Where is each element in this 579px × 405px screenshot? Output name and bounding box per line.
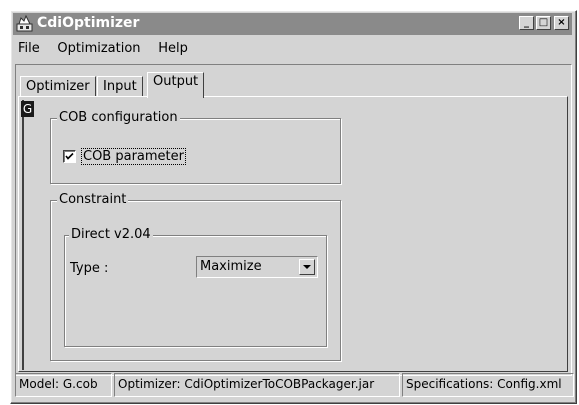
app-icon: [16, 15, 33, 32]
menu-optimization[interactable]: Optimization: [51, 39, 146, 58]
side-panel-tab[interactable]: G: [21, 101, 34, 117]
status-optimizer: Optimizer: CdiOptimizerToCOBPackager.jar: [114, 373, 400, 397]
type-select-value: Maximize: [200, 259, 262, 274]
side-panel-strip: [22, 100, 36, 370]
minimize-button[interactable]: _: [519, 16, 534, 30]
status-bar: Model: G.cob Optimizer: CdiOptimizerToCO…: [15, 373, 574, 397]
tab-output[interactable]: Output: [147, 72, 205, 98]
type-select-dropdown-button[interactable]: [299, 259, 315, 275]
checkmark-icon: [65, 152, 74, 160]
maximize-button[interactable]: □: [536, 16, 551, 30]
chevron-down-icon: [303, 265, 311, 269]
tab-optimizer[interactable]: Optimizer: [20, 76, 96, 96]
constraint-title: Constraint: [57, 192, 129, 207]
menu-file[interactable]: File: [16, 39, 46, 58]
direct-title: Direct v2.04: [69, 227, 153, 242]
close-button[interactable]: ×: [554, 16, 569, 30]
menu-bar: File Optimization Help: [16, 39, 196, 59]
type-label: Type :: [70, 261, 109, 276]
status-specifications: Specifications: Config.xml: [402, 373, 574, 397]
status-model: Model: G.cob: [15, 373, 112, 397]
type-select[interactable]: Maximize: [196, 256, 318, 278]
cob-parameter-label[interactable]: COB parameter: [81, 148, 186, 165]
menu-help[interactable]: Help: [152, 39, 194, 58]
cob-configuration-title: COB configuration: [57, 110, 180, 125]
direct-group: Direct v2.04: [64, 227, 327, 347]
cob-parameter-checkbox[interactable]: [63, 150, 76, 163]
tab-input[interactable]: Input: [97, 76, 143, 96]
window-title: CdiOptimizer: [37, 15, 140, 31]
title-bar[interactable]: CdiOptimizer _ □ ×: [13, 13, 572, 35]
